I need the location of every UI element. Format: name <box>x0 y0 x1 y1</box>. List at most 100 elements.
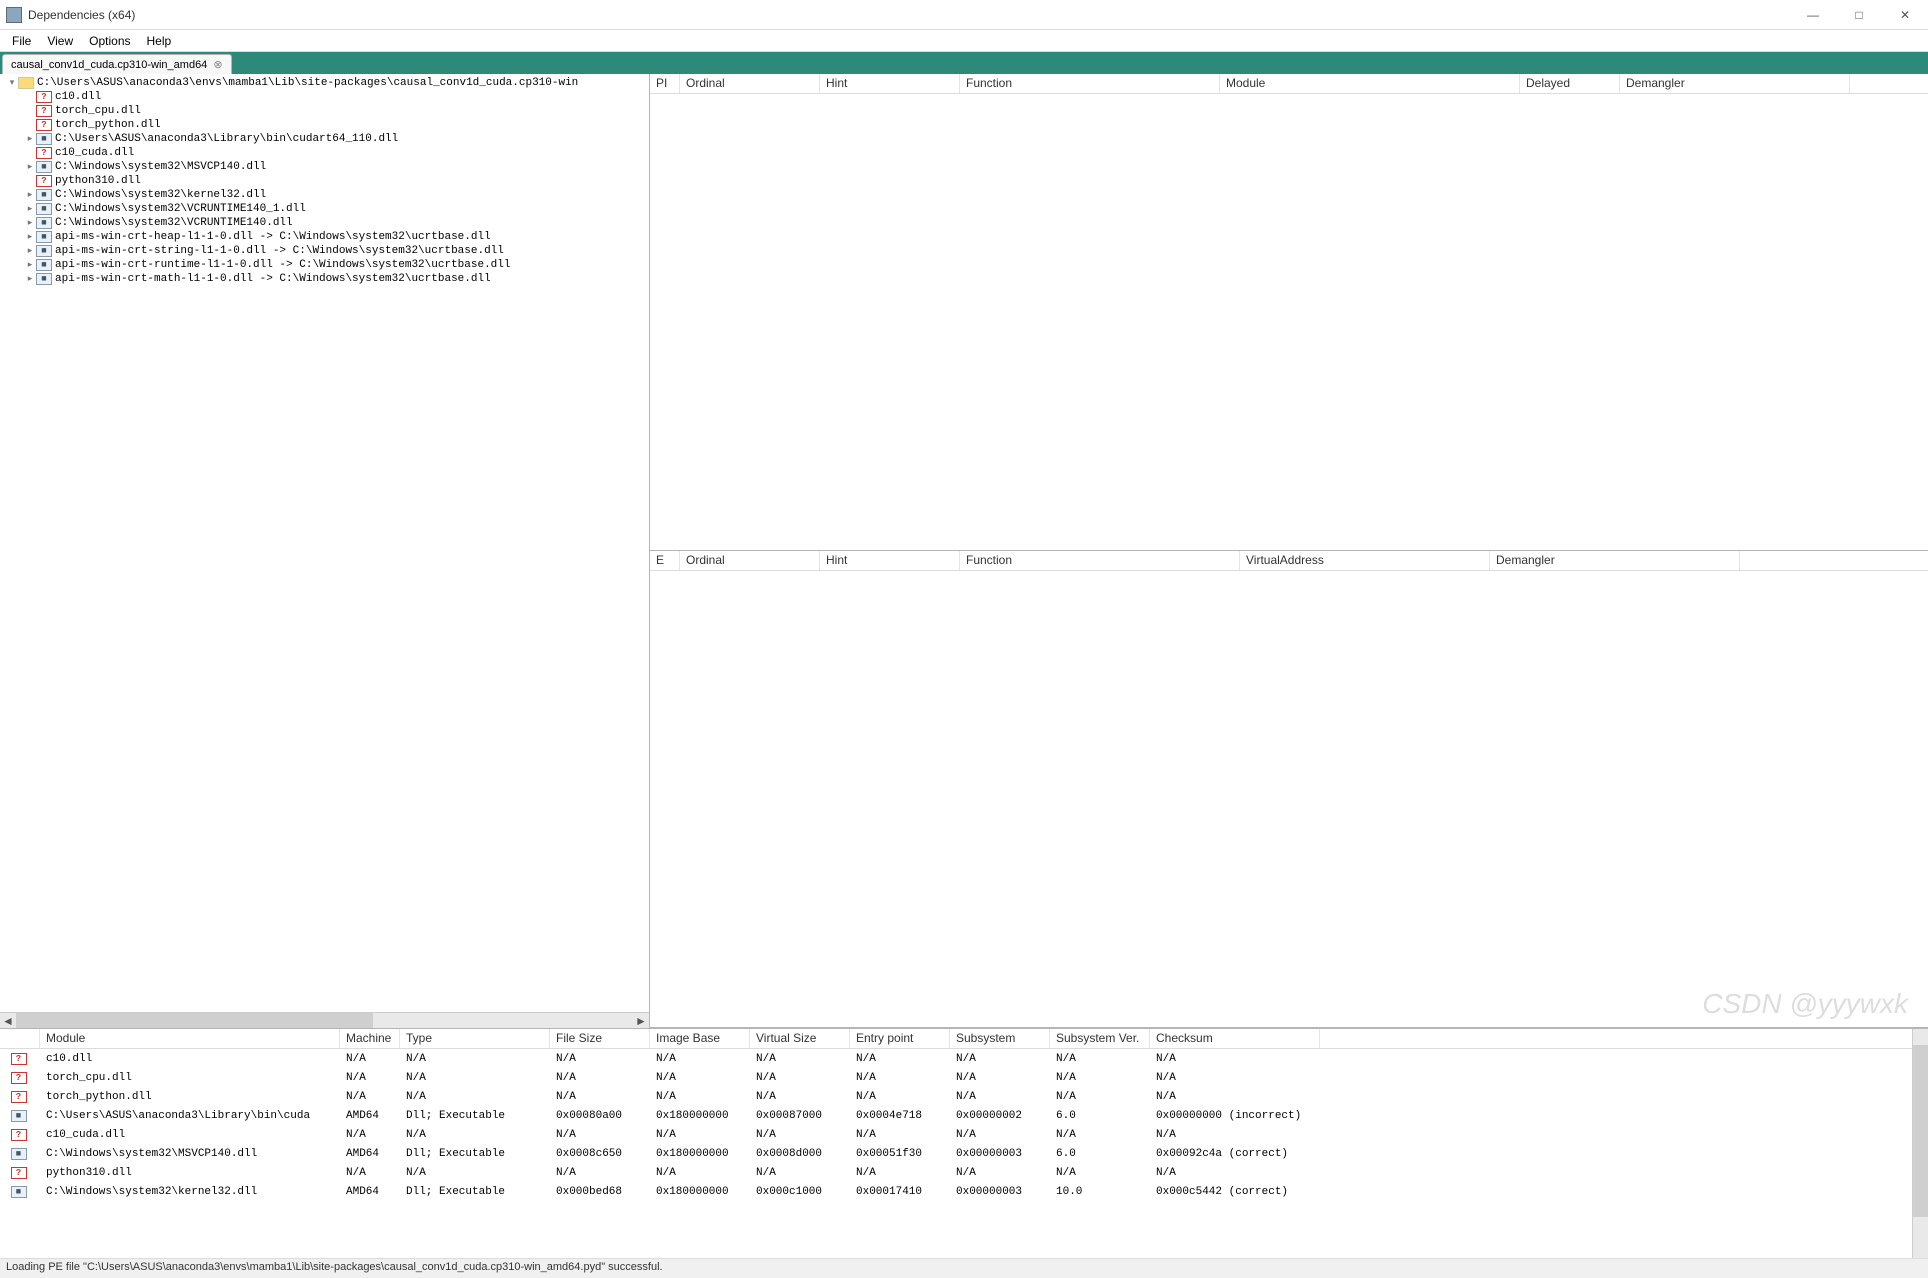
module-cell: N/A <box>340 1070 400 1086</box>
tree-twisty-icon[interactable]: ▸ <box>24 232 36 242</box>
module-row[interactable]: ?c10_cuda.dllN/AN/AN/AN/AN/AN/AN/AN/AN/A <box>0 1125 1912 1144</box>
tree-node[interactable]: ?torch_python.dll <box>2 118 649 132</box>
column-header[interactable]: Subsystem <box>950 1029 1050 1048</box>
column-header[interactable]: Function <box>960 74 1220 93</box>
column-header[interactable]: E <box>650 551 680 570</box>
module-missing-icon: ? <box>11 1053 27 1065</box>
column-header[interactable]: Hint <box>820 551 960 570</box>
column-header[interactable]: Machine <box>340 1029 400 1048</box>
exports-pane: EOrdinalHintFunctionVirtualAddressDemang… <box>650 551 1928 1028</box>
tree-node[interactable]: ▸■C:\Windows\system32\MSVCP140.dll <box>2 160 649 174</box>
tree-node[interactable]: ▸■api-ms-win-crt-string-l1-1-0.dll -> C:… <box>2 244 649 258</box>
menu-view[interactable]: View <box>39 32 81 50</box>
minimize-button[interactable]: — <box>1790 0 1836 30</box>
tree-node[interactable]: ▸■C:\Windows\system32\VCRUNTIME140_1.dll <box>2 202 649 216</box>
module-row[interactable]: ?torch_cpu.dllN/AN/AN/AN/AN/AN/AN/AN/AN/… <box>0 1068 1912 1087</box>
scroll-thumb[interactable] <box>16 1013 373 1028</box>
tree-node[interactable]: ▾C:\Users\ASUS\anaconda3\envs\mamba1\Lib… <box>2 76 649 90</box>
tree-twisty-icon[interactable]: ▸ <box>24 134 36 144</box>
scroll-right-icon[interactable]: ► <box>633 1013 649 1028</box>
module-ok-icon: ■ <box>36 273 52 285</box>
column-header[interactable]: Ordinal <box>680 74 820 93</box>
tree-node[interactable]: ▸■api-ms-win-crt-math-l1-1-0.dll -> C:\W… <box>2 272 649 286</box>
module-cell: N/A <box>650 1070 750 1086</box>
column-header[interactable]: File Size <box>550 1029 650 1048</box>
module-missing-icon: ? <box>36 105 52 117</box>
tree-twisty-icon[interactable]: ▾ <box>6 78 18 88</box>
tree-node-label: python310.dll <box>55 175 141 187</box>
modules-header[interactable]: ModuleMachineTypeFile SizeImage BaseVirt… <box>0 1029 1912 1049</box>
tree-node[interactable]: ▸■api-ms-win-crt-runtime-l1-1-0.dll -> C… <box>2 258 649 272</box>
module-cell: 0x00000002 <box>950 1108 1050 1124</box>
column-header[interactable]: Module <box>1220 74 1520 93</box>
module-cell: N/A <box>1150 1165 1320 1181</box>
module-cell: N/A <box>650 1089 750 1105</box>
column-header[interactable]: Module <box>40 1029 340 1048</box>
column-header[interactable]: Ordinal <box>680 551 820 570</box>
imports-header[interactable]: PIOrdinalHintFunctionModuleDelayedDemang… <box>650 74 1928 94</box>
column-header[interactable]: Demangler <box>1490 551 1740 570</box>
column-header[interactable]: Delayed <box>1520 74 1620 93</box>
modules-table[interactable]: ModuleMachineTypeFile SizeImage BaseVirt… <box>0 1029 1912 1258</box>
column-header[interactable]: Subsystem Ver. <box>1050 1029 1150 1048</box>
module-cell: 0x00051f30 <box>850 1146 950 1162</box>
tree-twisty-icon[interactable]: ▸ <box>24 218 36 228</box>
tree-node[interactable]: ▸■C:\Windows\system32\VCRUNTIME140.dll <box>2 216 649 230</box>
module-cell: c10_cuda.dll <box>40 1127 340 1143</box>
column-header[interactable]: Demangler <box>1620 74 1850 93</box>
column-header[interactable]: Image Base <box>650 1029 750 1048</box>
module-row[interactable]: ■C:\Users\ASUS\anaconda3\Library\bin\cud… <box>0 1106 1912 1125</box>
column-header[interactable]: Virtual Size <box>750 1029 850 1048</box>
scroll-left-icon[interactable]: ◄ <box>0 1013 16 1028</box>
exports-header[interactable]: EOrdinalHintFunctionVirtualAddressDemang… <box>650 551 1928 571</box>
module-cell: ? <box>0 1051 40 1067</box>
vscroll-thumb[interactable] <box>1913 1045 1928 1217</box>
module-missing-icon: ? <box>36 119 52 131</box>
right-panes: PIOrdinalHintFunctionModuleDelayedDemang… <box>650 74 1928 1028</box>
tree-node[interactable]: ▸■C:\Windows\system32\kernel32.dll <box>2 188 649 202</box>
module-ok-icon: ■ <box>36 161 52 173</box>
column-header[interactable]: VirtualAddress <box>1240 551 1490 570</box>
app-icon <box>6 7 22 23</box>
menu-file[interactable]: File <box>4 32 39 50</box>
tree-twisty-icon[interactable]: ▸ <box>24 190 36 200</box>
tab-close-icon[interactable]: ⊗ <box>213 58 222 71</box>
column-header[interactable]: Entry point <box>850 1029 950 1048</box>
tree-node[interactable]: ▸■api-ms-win-crt-heap-l1-1-0.dll -> C:\W… <box>2 230 649 244</box>
tree-twisty-icon[interactable]: ▸ <box>24 274 36 284</box>
dependency-tree[interactable]: ▾C:\Users\ASUS\anaconda3\envs\mamba1\Lib… <box>0 74 649 1012</box>
tree-hscrollbar[interactable]: ◄ ► <box>0 1012 649 1028</box>
module-ok-icon: ■ <box>36 203 52 215</box>
module-cell: 0x000c1000 <box>750 1184 850 1200</box>
tree-twisty-icon[interactable]: ▸ <box>24 260 36 270</box>
tree-twisty-icon[interactable]: ▸ <box>24 162 36 172</box>
tree-node[interactable]: ▸■C:\Users\ASUS\anaconda3\Library\bin\cu… <box>2 132 649 146</box>
module-row[interactable]: ?torch_python.dllN/AN/AN/AN/AN/AN/AN/AN/… <box>0 1087 1912 1106</box>
module-cell: N/A <box>850 1051 950 1067</box>
tree-node[interactable]: ?python310.dll <box>2 174 649 188</box>
close-button[interactable]: ✕ <box>1882 0 1928 30</box>
module-cell: torch_cpu.dll <box>40 1070 340 1086</box>
module-row[interactable]: ■C:\Windows\system32\kernel32.dllAMD64Dl… <box>0 1182 1912 1201</box>
menu-help[interactable]: Help <box>139 32 180 50</box>
column-header[interactable]: PI <box>650 74 680 93</box>
tree-twisty-icon[interactable]: ▸ <box>24 246 36 256</box>
modules-vscrollbar[interactable] <box>1912 1029 1928 1258</box>
column-header[interactable]: Hint <box>820 74 960 93</box>
module-row[interactable]: ?python310.dllN/AN/AN/AN/AN/AN/AN/AN/AN/… <box>0 1163 1912 1182</box>
column-header[interactable]: Checksum <box>1150 1029 1320 1048</box>
column-header[interactable]: Type <box>400 1029 550 1048</box>
tab-active[interactable]: causal_conv1d_cuda.cp310-win_amd64 ⊗ <box>2 54 232 74</box>
tree-node[interactable]: ?c10_cuda.dll <box>2 146 649 160</box>
menu-options[interactable]: Options <box>81 32 138 50</box>
module-row[interactable]: ■C:\Windows\system32\MSVCP140.dllAMD64Dl… <box>0 1144 1912 1163</box>
tree-twisty-icon[interactable]: ▸ <box>24 204 36 214</box>
module-row[interactable]: ?c10.dllN/AN/AN/AN/AN/AN/AN/AN/AN/A <box>0 1049 1912 1068</box>
column-header[interactable] <box>0 1029 40 1048</box>
column-header[interactable]: Function <box>960 551 1240 570</box>
tree-node-label: torch_cpu.dll <box>55 105 141 117</box>
maximize-button[interactable]: □ <box>1836 0 1882 30</box>
tree-node[interactable]: ?torch_cpu.dll <box>2 104 649 118</box>
module-cell: N/A <box>750 1127 850 1143</box>
tree-node[interactable]: ?c10.dll <box>2 90 649 104</box>
